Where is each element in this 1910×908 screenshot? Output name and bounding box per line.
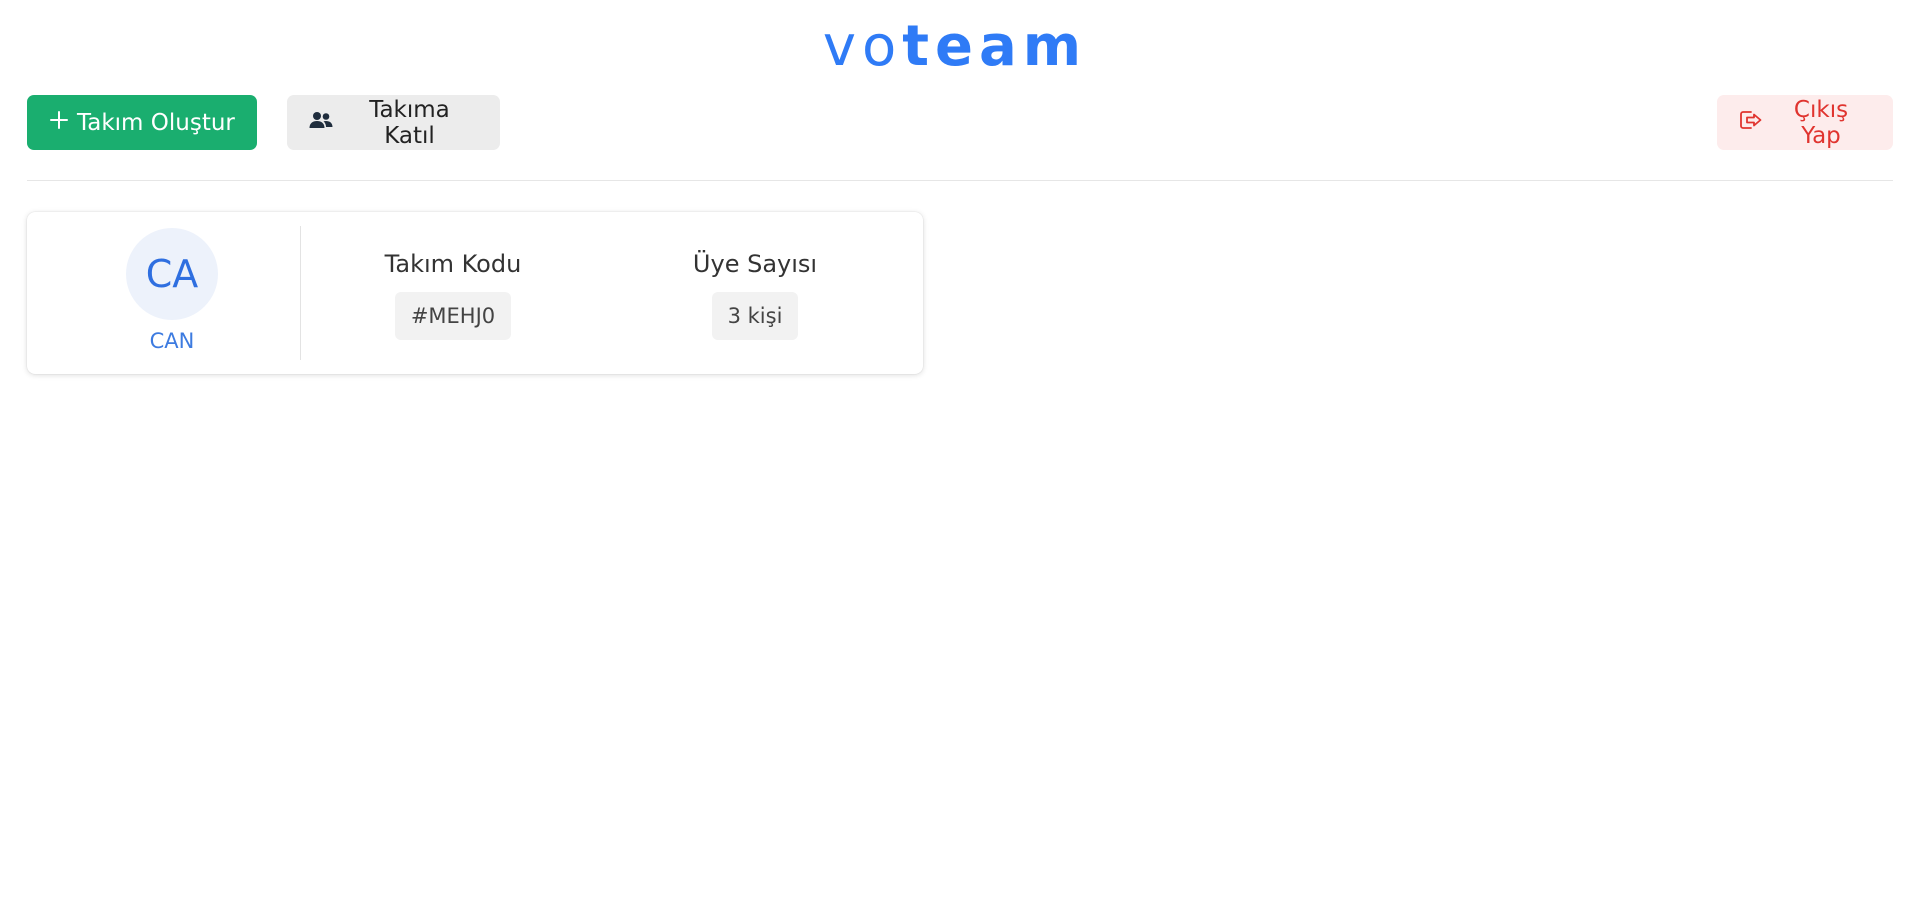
team-code-label: Takım Kodu: [384, 250, 522, 278]
team-name: CAN: [149, 329, 195, 353]
join-team-button[interactable]: Takıma Katıl: [287, 95, 500, 150]
team-card[interactable]: CA CAN Takım Kodu #MEHJ0 Üye Sayısı 3 ki…: [27, 212, 923, 374]
toolbar-divider: [27, 180, 1893, 181]
plus-icon: [49, 110, 69, 136]
team-identity: CA CAN: [27, 212, 301, 374]
logo-bold-text: team: [902, 14, 1088, 79]
member-count-value: 3 kişi: [711, 292, 799, 340]
app-root: voteam Takım Oluştur Takıma Katıl Çıkış …: [0, 0, 1910, 908]
team-code-section: Takım Kodu #MEHJ0: [323, 248, 583, 340]
member-count-section: Üye Sayısı 3 kişi: [625, 248, 885, 340]
team-code-value: #MEHJ0: [394, 292, 512, 340]
join-team-label: Takıma Katıl: [369, 96, 450, 149]
create-team-button[interactable]: Takım Oluştur: [27, 95, 257, 150]
card-divider: [300, 226, 301, 360]
logout-label: Çıkış Yap: [1793, 96, 1849, 149]
logo-light-text: vo: [822, 14, 903, 79]
sign-out-icon: [1739, 109, 1763, 137]
app-logo: voteam: [0, 14, 1910, 80]
team-avatar: CA: [126, 228, 218, 320]
users-icon: [309, 110, 333, 136]
member-count-label: Üye Sayısı: [692, 250, 818, 278]
create-team-label: Takım Oluştur: [77, 109, 235, 136]
logout-button[interactable]: Çıkış Yap: [1717, 95, 1893, 150]
